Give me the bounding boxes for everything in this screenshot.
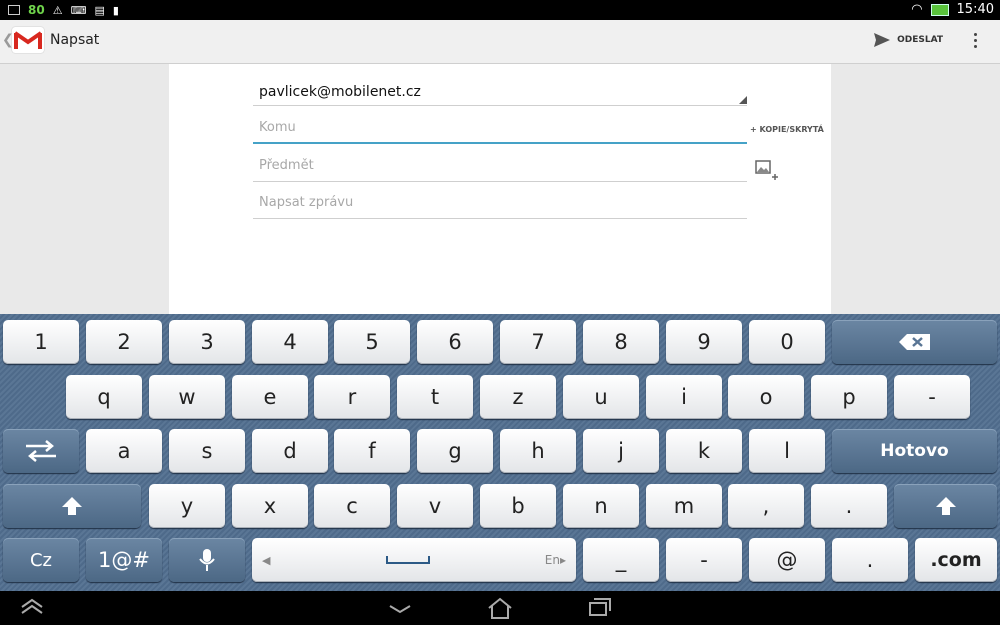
left-arrow-icon: ◀ (262, 553, 271, 567)
key-n[interactable]: n (563, 484, 639, 528)
key-a[interactable]: a (86, 429, 162, 473)
microphone-icon (199, 549, 215, 571)
key-b[interactable]: b (480, 484, 556, 528)
key-y[interactable]: y (149, 484, 225, 528)
key-z[interactable]: z (480, 375, 556, 419)
backspace-icon (898, 334, 930, 350)
gmail-icon[interactable] (12, 27, 44, 53)
action-bar: ❮ Napsat ODESLAT (0, 20, 1000, 64)
dropdown-triangle-icon (739, 96, 747, 104)
from-address: pavlicek@mobilenet.cz (259, 84, 421, 100)
notes-icon: ▤ (94, 3, 105, 17)
voice-input-key[interactable] (169, 538, 245, 582)
key-i[interactable]: i (646, 375, 722, 419)
attach-picture-icon[interactable] (755, 160, 779, 182)
send-icon (874, 33, 891, 47)
to-field[interactable]: Komu (253, 120, 747, 144)
navigation-bar (0, 591, 1000, 625)
compose-card: pavlicek@mobilenet.cz Komu + KOPIE/SKRYT… (169, 64, 831, 314)
keyboard-icon: ⌨ (70, 3, 87, 17)
clock: 15:40 (956, 2, 994, 17)
shift-arrow-icon (935, 497, 956, 515)
battery-icon (930, 3, 949, 16)
key-7[interactable]: 7 (500, 320, 576, 364)
key-t[interactable]: t (397, 375, 473, 419)
body-placeholder: Napsat zprávu (259, 195, 354, 210)
overflow-menu-icon[interactable] (974, 30, 978, 52)
key-j[interactable]: j (583, 429, 659, 473)
swap-arrows-icon (26, 440, 56, 462)
shift-arrow-icon (62, 497, 82, 515)
space-language-label: En▸ (544, 553, 566, 567)
warning-icon: ⚠ (52, 3, 63, 17)
switch-layout-key[interactable] (3, 429, 79, 473)
key-5[interactable]: 5 (334, 320, 410, 364)
symbols-key[interactable]: 1@# (86, 538, 162, 582)
key-w[interactable]: w (149, 375, 225, 419)
shift-key-right[interactable] (894, 484, 997, 528)
subject-placeholder: Předmět (259, 158, 314, 173)
key-dotcom[interactable]: .com (915, 538, 997, 582)
recent-apps-icon[interactable] (588, 597, 612, 617)
status-bar: 80 ⚠ ⌨ ▤ ▮ ◠ 15:40 (0, 0, 1000, 20)
key-1[interactable]: 1 (3, 320, 79, 364)
key-at[interactable]: @ (749, 538, 825, 582)
key-period[interactable]: . (811, 484, 887, 528)
key-m[interactable]: m (646, 484, 722, 528)
cc-bcc-button[interactable]: + KOPIE/SKRYTÁ (750, 125, 824, 134)
key-0[interactable]: 0 (749, 320, 825, 364)
wifi-icon: ◠ (911, 2, 923, 17)
key-9[interactable]: 9 (666, 320, 742, 364)
key-g[interactable]: g (417, 429, 493, 473)
key-h[interactable]: h (500, 429, 576, 473)
on-screen-keyboard: 1 2 3 4 5 6 7 8 9 0 q w e r t z u i o p … (0, 314, 1000, 591)
battery-percent: 80 (28, 3, 45, 17)
key-x[interactable]: x (232, 484, 308, 528)
shift-key-left[interactable] (3, 484, 141, 528)
backspace-key[interactable] (832, 320, 997, 364)
key-r[interactable]: r (314, 375, 390, 419)
sd-card-icon: ▮ (112, 3, 119, 17)
key-hyphen[interactable]: - (894, 375, 970, 419)
send-button[interactable]: ODESLAT (873, 32, 943, 48)
space-bar-icon (385, 556, 430, 564)
key-comma[interactable]: , (728, 484, 804, 528)
notification-icon (8, 5, 20, 15)
key-v[interactable]: v (397, 484, 473, 528)
to-placeholder: Komu (259, 120, 296, 135)
from-account-select[interactable]: pavlicek@mobilenet.cz (253, 84, 747, 106)
hide-keyboard-icon[interactable] (20, 597, 44, 617)
subject-field[interactable]: Předmět (253, 158, 747, 182)
key-e[interactable]: e (232, 375, 308, 419)
key-4[interactable]: 4 (252, 320, 328, 364)
key-u[interactable]: u (563, 375, 639, 419)
send-label: ODESLAT (897, 35, 943, 45)
key-dot[interactable]: . (832, 538, 908, 582)
key-s[interactable]: s (169, 429, 245, 473)
back-icon[interactable] (388, 597, 412, 617)
key-2[interactable]: 2 (86, 320, 162, 364)
key-f[interactable]: f (334, 429, 410, 473)
language-key[interactable]: Cz (3, 538, 79, 582)
key-p[interactable]: p (811, 375, 887, 419)
body-field[interactable]: Napsat zprávu (253, 195, 747, 219)
key-q[interactable]: q (66, 375, 142, 419)
key-underscore[interactable]: _ (583, 538, 659, 582)
key-d[interactable]: d (252, 429, 328, 473)
key-k[interactable]: k (666, 429, 742, 473)
done-key[interactable]: Hotovo (832, 429, 997, 473)
key-3[interactable]: 3 (169, 320, 245, 364)
compose-area: pavlicek@mobilenet.cz Komu + KOPIE/SKRYT… (0, 64, 1000, 314)
key-6[interactable]: 6 (417, 320, 493, 364)
key-l[interactable]: l (749, 429, 825, 473)
key-8[interactable]: 8 (583, 320, 659, 364)
page-title: Napsat (50, 32, 100, 48)
key-c[interactable]: c (314, 484, 390, 528)
key-dash[interactable]: - (666, 538, 742, 582)
home-icon[interactable] (487, 597, 513, 619)
space-key[interactable]: ◀ En▸ (252, 538, 576, 582)
key-o[interactable]: o (728, 375, 804, 419)
